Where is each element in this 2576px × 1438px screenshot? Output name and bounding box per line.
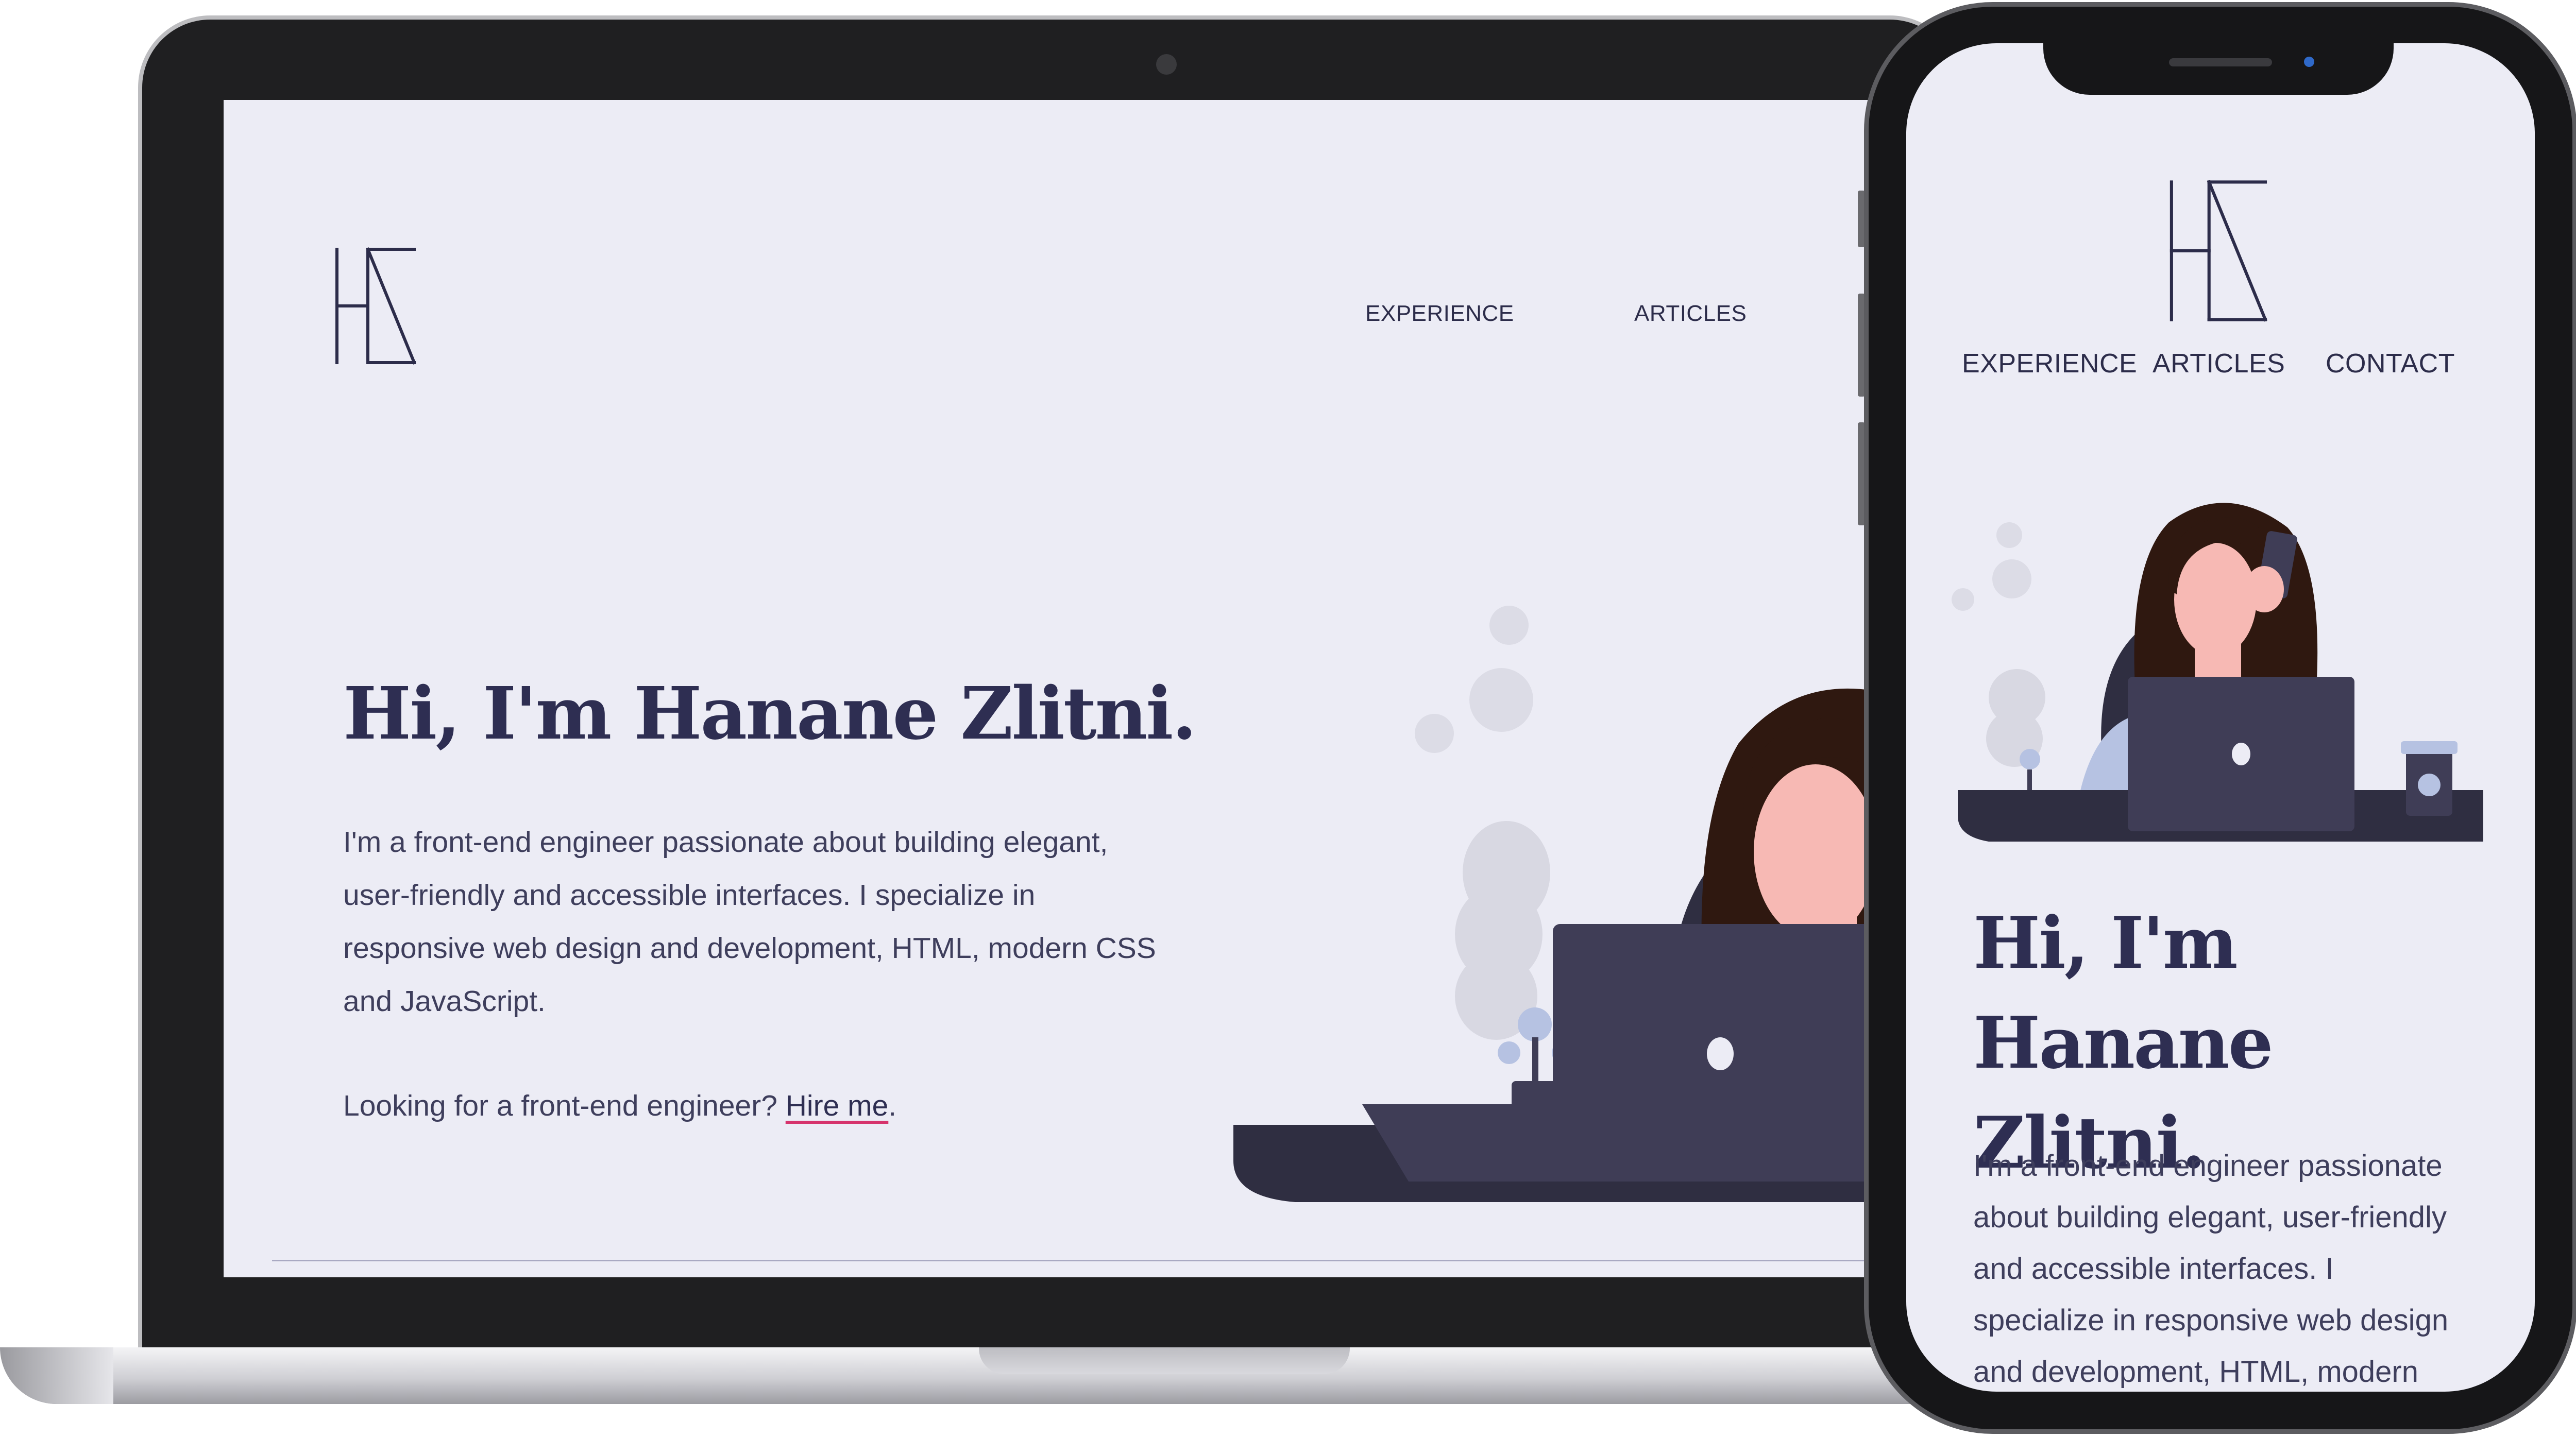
bio-line: and development, HTML, modern bbox=[1973, 1355, 2418, 1389]
hz-logo-icon[interactable] bbox=[316, 234, 440, 378]
phone-speaker bbox=[2169, 58, 2272, 66]
bio-line: about building elegant, user-friendly bbox=[1973, 1201, 2447, 1234]
hero-title: Hi, I'm Hanane Zlitni. bbox=[343, 672, 1197, 756]
bio-line: responsive web design and development, H… bbox=[343, 932, 1156, 965]
hire-me-link[interactable]: Hire me bbox=[786, 1089, 889, 1122]
hero-bio: I'm a front-end engineer passionate abou… bbox=[1973, 1140, 2519, 1392]
laptop-camera bbox=[1156, 54, 1177, 75]
bio-line: specialize in responsive web design bbox=[1973, 1304, 2449, 1337]
hz-logo-icon[interactable] bbox=[2144, 163, 2299, 338]
hero-title-line: Hi, I'm bbox=[1973, 901, 2238, 985]
hire-me-text: Looking for a front-end engineer? Hire m… bbox=[343, 1089, 896, 1123]
section-divider bbox=[272, 1260, 1972, 1261]
laptop-screen: EXPERIENCE ARTICLES Hi, I'm Hanane Zlitn… bbox=[224, 100, 1975, 1277]
nav-experience-link[interactable]: EXPERIENCE bbox=[1962, 348, 2137, 379]
nav-contact-link[interactable]: CONTACT bbox=[2326, 348, 2455, 379]
phone-camera bbox=[2304, 57, 2314, 67]
nav-articles-link[interactable]: ARTICLES bbox=[1634, 301, 1747, 327]
bio-line: I'm a front-end engineer passionate bbox=[1973, 1149, 2443, 1183]
bio-line: user-friendly and accessible interfaces.… bbox=[343, 879, 1036, 912]
woman-at-laptop-illustration bbox=[1952, 503, 2483, 842]
laptop-base-edge bbox=[0, 1347, 113, 1404]
bio-line: I'm a front-end engineer passionate abou… bbox=[343, 826, 1108, 859]
hire-prefix: Looking for a front-end engineer? bbox=[343, 1089, 786, 1122]
laptop-trackpad-notch bbox=[979, 1347, 1350, 1374]
nav-articles-link[interactable]: ARTICLES bbox=[2153, 348, 2285, 379]
bio-line: and JavaScript. bbox=[343, 985, 546, 1018]
bio-line: and accessible interfaces. I bbox=[1973, 1252, 2334, 1286]
hero-bio: I'm a front-end engineer passionate abou… bbox=[343, 816, 1167, 1028]
woman-at-laptop-illustration bbox=[1233, 606, 1975, 1202]
phone-notch bbox=[2043, 43, 2394, 95]
hire-suffix: . bbox=[888, 1089, 897, 1122]
nav-experience-link[interactable]: EXPERIENCE bbox=[1365, 301, 1514, 327]
phone-screen: EXPERIENCE ARTICLES CONTACT Hi, I'm Hana… bbox=[1906, 43, 2535, 1392]
